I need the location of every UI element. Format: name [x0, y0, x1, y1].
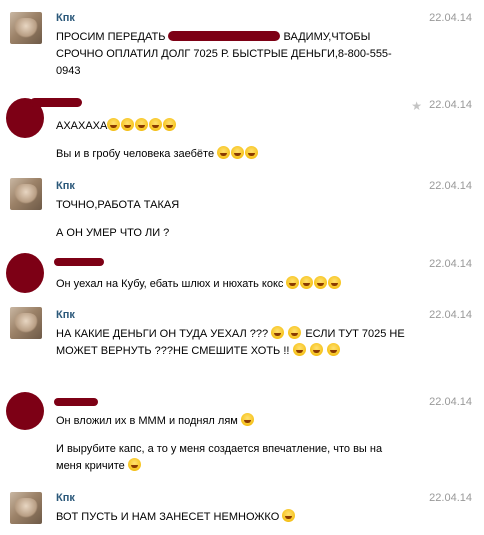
message-text: И вырубите капс, а то у меня создается в…: [56, 441, 406, 475]
author-name[interactable]: Кпк: [56, 180, 75, 192]
laughing-emoji: [271, 326, 285, 339]
smile-emoji: [240, 413, 254, 426]
text-line: Он уехал на Кубу, ебать шлюх и нюхать ко…: [56, 278, 284, 290]
tongue-emoji: [282, 509, 296, 522]
laughing-emoji: [292, 343, 306, 356]
message-text: ВОТ ПУСТЬ И НАМ ЗАНЕСЕТ НЕМНОЖКО: [56, 509, 416, 526]
smile-emoji: [121, 118, 135, 131]
message-date[interactable]: 22.04.14: [429, 492, 472, 504]
laughing-emoji: [326, 343, 340, 356]
text-part: ПРОСИМ ПЕРЕДАТЬ: [56, 31, 166, 43]
message-text: АХАХАХА: [56, 118, 416, 135]
author-name[interactable]: Кпк: [56, 309, 75, 321]
text-line: АХАХАХА: [56, 120, 108, 132]
message-text: Вы и в гробу человека заебёте: [56, 146, 416, 163]
smile-emoji: [300, 276, 314, 289]
avatar[interactable]: [10, 492, 42, 524]
message-text: ТОЧНО,РАБОТА ТАКАЯ: [56, 199, 180, 211]
message-text: НА КАКИЕ ДЕНЬГИ ОН ТУДА УЕХАЛ ??? ЕСЛИ Т…: [56, 326, 416, 360]
text-line: Вы и в гробу человека заебёте: [56, 148, 215, 160]
message-date[interactable]: 22.04.14: [429, 396, 472, 408]
smile-emoji: [286, 276, 300, 289]
author-name[interactable]: Кпк: [56, 492, 75, 504]
redacted-avatar: [6, 392, 44, 430]
message-text: Он вложил их в МММ и поднял лям: [56, 413, 416, 430]
smile-emoji: [328, 276, 342, 289]
smile-emoji: [135, 118, 149, 131]
message-date[interactable]: 22.04.14: [429, 309, 472, 321]
shocked-emoji: [127, 458, 141, 471]
redacted-name: [54, 258, 104, 266]
author-name[interactable]: Кпк: [56, 12, 75, 24]
message-date[interactable]: 22.04.14: [429, 258, 472, 270]
smile-emoji: [314, 276, 328, 289]
redacted-avatar: [6, 253, 44, 293]
avatar[interactable]: [10, 178, 42, 210]
message-text: ПРОСИМ ПЕРЕДАТЬ ВАДИМУ,ЧТОБЫ СРОЧНО ОПЛА…: [56, 29, 416, 80]
text-line: И вырубите капс, а то у меня создается в…: [56, 443, 383, 472]
laughing-emoji: [309, 343, 323, 356]
smile-emoji: [231, 146, 245, 159]
message-text: А ОН УМЕР ЧТО ЛИ ?: [56, 227, 170, 239]
laughing-emoji: [288, 326, 302, 339]
smile-emoji: [163, 118, 177, 131]
smile-emoji: [149, 118, 163, 131]
message-date[interactable]: 22.04.14: [429, 99, 472, 111]
redaction: [168, 31, 281, 41]
smile-emoji: [245, 146, 259, 159]
text-line: Он вложил их в МММ и поднял лям: [56, 415, 238, 427]
smile-emoji: [217, 146, 231, 159]
text-line: НА КАКИЕ ДЕНЬГИ ОН ТУДА УЕХАЛ ???: [56, 328, 269, 340]
message-text: Он уехал на Кубу, ебать шлюх и нюхать ко…: [56, 276, 456, 293]
avatar[interactable]: [10, 12, 42, 44]
redacted-name: [54, 398, 98, 406]
text-line: ВОТ ПУСТЬ И НАМ ЗАНЕСЕТ НЕМНОЖКО: [56, 511, 280, 523]
star-icon[interactable]: ★: [411, 99, 422, 113]
message-date[interactable]: 22.04.14: [429, 12, 472, 24]
redacted-name: [30, 98, 82, 107]
avatar[interactable]: [10, 307, 42, 339]
message-date[interactable]: 22.04.14: [429, 180, 472, 192]
smile-emoji: [107, 118, 121, 131]
